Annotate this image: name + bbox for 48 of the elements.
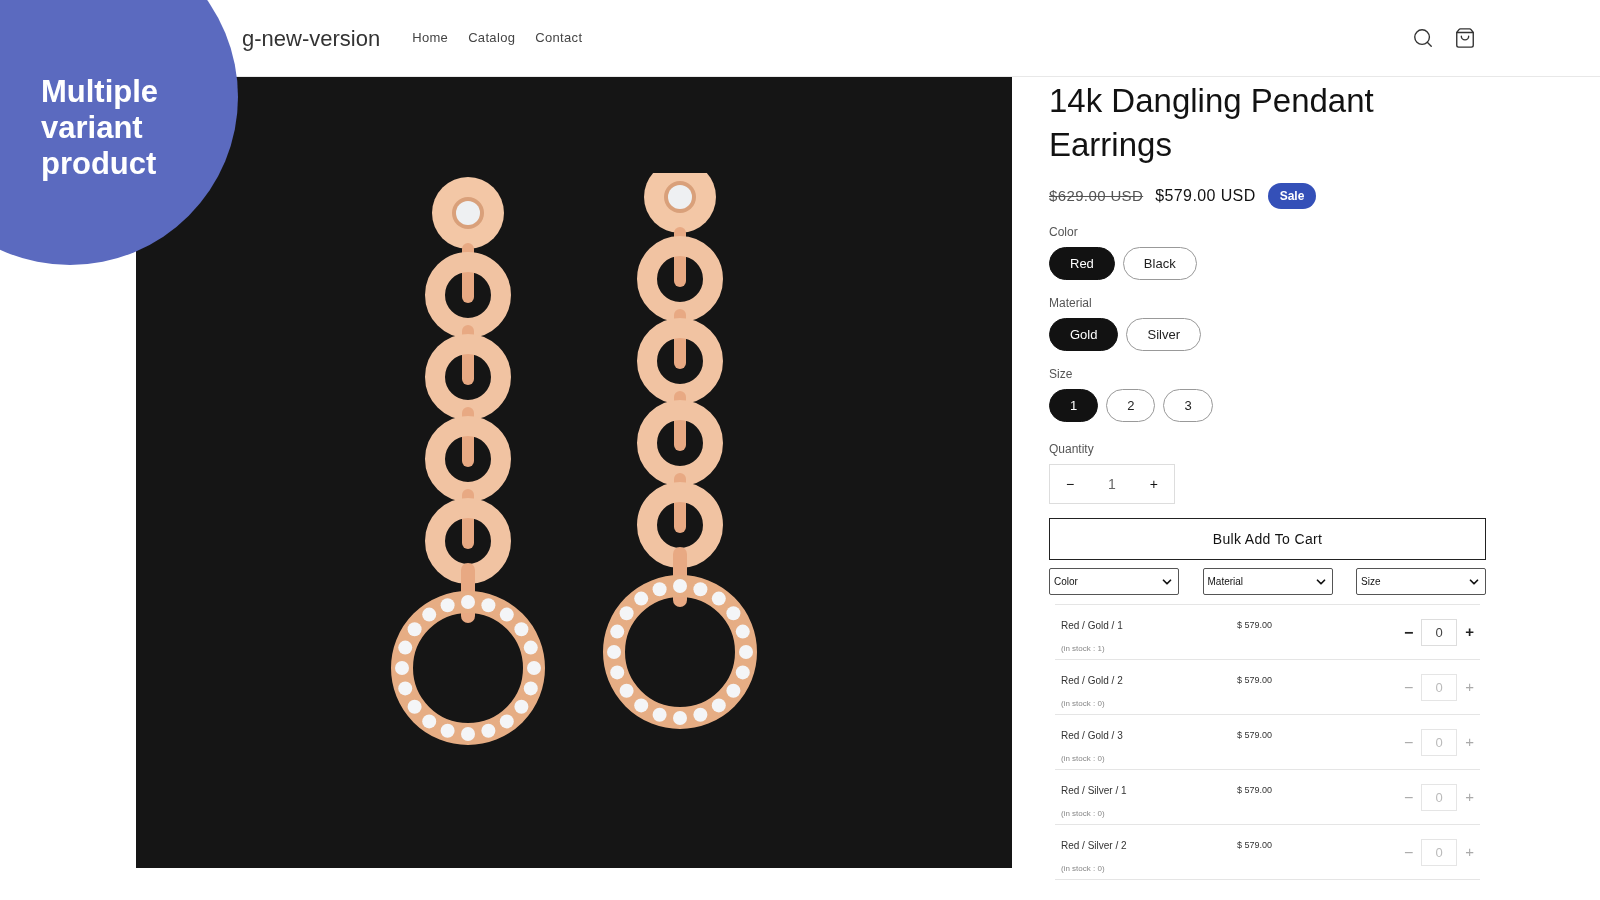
option-pill[interactable]: Red [1049, 247, 1115, 280]
variant-name: Red / Silver / 1 [1061, 784, 1128, 798]
stock-note: (in stock : 0) [1061, 808, 1106, 820]
variant-name: Red / Gold / 3 [1061, 729, 1124, 743]
stock-note: (in stock : 1) [1061, 643, 1106, 655]
sale-price: $579.00 USD [1155, 186, 1256, 206]
filter-select[interactable]: Material [1202, 568, 1333, 595]
sale-badge: Sale [1267, 183, 1317, 209]
filter-select[interactable]: Size [1356, 568, 1486, 595]
store-logo[interactable]: g-new-version [242, 21, 381, 55]
option-label: Material [1049, 295, 1093, 312]
option-pill[interactable]: 3 [1163, 389, 1213, 422]
quantity-value: 1 [1108, 474, 1116, 494]
stock-note: (in stock : 0) [1061, 863, 1106, 875]
stock-note: (in stock : 0) [1061, 753, 1106, 765]
variant-price: $ 579.00 [1237, 839, 1273, 852]
option-pill[interactable]: Gold [1049, 318, 1119, 351]
stock-note: (in stock : 0) [1061, 698, 1106, 710]
quantity-field[interactable]: 0 [1421, 619, 1458, 646]
variant-name: Red / Gold / 1 [1061, 619, 1124, 633]
option-label: Size [1049, 366, 1074, 383]
variant-name: Red / Gold / 2 [1061, 674, 1124, 688]
option-label: Color [1049, 224, 1079, 241]
variant-price: $ 579.00 [1237, 729, 1273, 742]
nav-link[interactable]: Catalog [468, 28, 516, 48]
nav-link[interactable]: Contact [535, 28, 583, 48]
increase-button[interactable]: + [1465, 621, 1474, 644]
quantity-stepper[interactable]: − 1 + [1049, 464, 1175, 504]
option-pill[interactable]: 1 [1049, 389, 1099, 422]
increase-button[interactable]: + [1149, 473, 1158, 495]
quantity-label: Quantity [1049, 441, 1095, 458]
promo-text: Multiple variant product [41, 74, 160, 182]
variant-price: $ 579.00 [1237, 784, 1273, 797]
product-title: 14k Dangling Pendant Earrings [1049, 81, 1375, 165]
cart-icon[interactable] [1454, 27, 1476, 49]
decrease-button[interactable]: − [1403, 620, 1414, 645]
search-icon[interactable] [1412, 27, 1434, 49]
option-pill[interactable]: Silver [1126, 318, 1201, 351]
filter-select[interactable]: Color [1049, 568, 1179, 595]
nav-link[interactable]: Home [412, 28, 449, 48]
variant-price: $ 579.00 [1237, 674, 1273, 687]
option-pill[interactable]: 2 [1106, 389, 1156, 422]
option-pill[interactable]: Black [1122, 247, 1197, 280]
bulk-add-button[interactable]: Bulk Add To Cart [1049, 518, 1486, 560]
decrease-button[interactable]: − [1066, 473, 1075, 495]
variant-price: $ 579.00 [1237, 619, 1273, 632]
compare-price: $629.00 USD [1049, 185, 1144, 206]
variant-name: Red / Silver / 2 [1061, 839, 1128, 853]
